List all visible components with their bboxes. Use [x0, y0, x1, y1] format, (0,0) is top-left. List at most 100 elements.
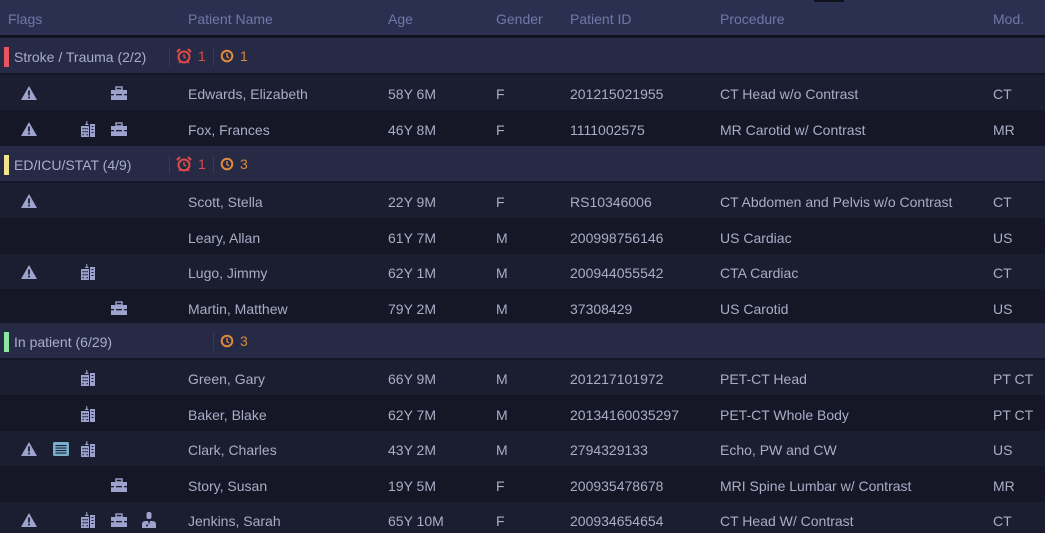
- column-flags[interactable]: Flags: [8, 11, 42, 27]
- table-row[interactable]: Jenkins, Sarah 65Y 10M F 200934654654 CT Hea…: [0, 502, 1045, 533]
- timer-badge[interactable]: 1: [220, 48, 248, 64]
- modality-cell: MR: [993, 477, 1015, 494]
- alarm-clock-icon: [176, 156, 192, 172]
- building-icon: [78, 263, 96, 281]
- age-cell: 43Y 2M: [388, 442, 436, 458]
- briefcase-icon: [110, 299, 128, 317]
- age-cell: 65Y 10M: [388, 513, 444, 529]
- table-row[interactable]: Scott, Stella 22Y 9M F RS10346006 CT Abdomen…: [0, 183, 1045, 218]
- table-row[interactable]: Clark, Charles 43Y 2M M 2794329133 Echo, PW …: [0, 431, 1045, 466]
- procedure-cell: CT Head w/o Contrast: [720, 86, 859, 102]
- group-color-bar: [4, 47, 9, 67]
- column-modality[interactable]: Mod.: [993, 11, 1024, 27]
- group-label: In patient (6/29): [14, 334, 113, 350]
- table-row[interactable]: Story, Susan 19Y 5M F 200935478678 MRI Spine…: [0, 466, 1045, 502]
- modality-cell: US: [993, 300, 1013, 317]
- alarm-count: 1: [198, 156, 206, 172]
- patient-name-cell: Story, Susan: [188, 477, 268, 494]
- building-icon: [78, 511, 96, 529]
- procedure-cell: PET-CT Whole Body: [720, 406, 849, 423]
- building-icon: [78, 440, 96, 458]
- alarm-badge[interactable]: 1: [176, 156, 206, 172]
- column-gender[interactable]: Gender: [496, 11, 543, 27]
- patient-id-cell: 20134160035297: [570, 406, 680, 423]
- gender-cell: M: [496, 265, 508, 281]
- notes-icon: [52, 440, 70, 458]
- column-age[interactable]: Age: [388, 11, 413, 27]
- modality-cell: CT: [993, 194, 1012, 210]
- patient-name-cell: Scott, Stella: [188, 194, 263, 210]
- group-header-in-patient[interactable]: In patient (6/29) 3: [0, 323, 1045, 359]
- procedure-cell: US Cardiac: [720, 229, 792, 246]
- modality-cell: MR: [993, 121, 1015, 138]
- group-color-bar: [4, 155, 9, 175]
- gender-cell: M: [496, 442, 508, 458]
- timer-icon: [220, 334, 234, 348]
- column-procedure[interactable]: Procedure: [720, 11, 785, 27]
- age-cell: 22Y 9M: [388, 194, 436, 210]
- procedure-cell: Echo, PW and CW: [720, 442, 837, 458]
- age-cell: 79Y 2M: [388, 300, 436, 317]
- warning-icon: [20, 263, 38, 281]
- patient-name-cell: Clark, Charles: [188, 442, 277, 458]
- gender-cell: F: [496, 194, 505, 210]
- separator: [169, 48, 170, 66]
- timer-badge[interactable]: 3: [220, 333, 248, 349]
- modality-cell: CT: [993, 86, 1012, 102]
- patient-id-cell: 200998756146: [570, 229, 664, 246]
- age-cell: 62Y 7M: [388, 406, 436, 423]
- patient-id-cell: 2794329133: [570, 442, 648, 458]
- separator: [213, 333, 214, 351]
- procedure-cell: US Carotid: [720, 300, 789, 317]
- timer-icon: [220, 157, 234, 171]
- building-icon: [78, 369, 96, 387]
- timer-badge[interactable]: 3: [220, 156, 248, 172]
- table-row[interactable]: Fox, Frances 46Y 8M F 1111002575 MR Carotid …: [0, 110, 1045, 146]
- warning-icon: [20, 511, 38, 529]
- alarm-clock-icon: [176, 48, 192, 64]
- column-patient-id[interactable]: Patient ID: [570, 11, 631, 27]
- table-row[interactable]: Edwards, Elizabeth 58Y 6M F 201215021955 CT …: [0, 75, 1045, 110]
- table-row[interactable]: Leary, Allan 61Y 7M M 200998756146 US Cardia…: [0, 218, 1045, 254]
- age-cell: 46Y 8M: [388, 121, 436, 138]
- patient-name-cell: Green, Gary: [188, 371, 266, 387]
- patient-name-cell: Fox, Frances: [188, 121, 270, 138]
- patient-id-cell: 201217101972: [570, 371, 664, 387]
- alarm-count: 1: [198, 48, 206, 64]
- modality-cell: US: [993, 442, 1013, 458]
- timer-count: 3: [240, 333, 248, 349]
- patient-name-cell: Lugo, Jimmy: [188, 265, 268, 281]
- age-cell: 66Y 9M: [388, 371, 436, 387]
- gender-cell: M: [496, 229, 508, 246]
- alarm-badge[interactable]: 1: [176, 48, 206, 64]
- briefcase-icon: [110, 120, 128, 138]
- separator: [213, 156, 214, 174]
- separator: [213, 48, 214, 66]
- modality-cell: CT: [993, 265, 1012, 281]
- column-patient-name[interactable]: Patient Name: [188, 11, 273, 27]
- timer-count: 3: [240, 156, 248, 172]
- table-row[interactable]: Martin, Matthew 79Y 2M M 37308429 US Carotid…: [0, 289, 1045, 325]
- patient-id-cell: 201215021955: [570, 86, 664, 102]
- column-header: Flags Patient Name Age Gender Patient ID…: [0, 0, 1045, 37]
- patient-id-cell: 37308429: [570, 300, 633, 317]
- patient-id-cell: RS10346006: [570, 194, 652, 210]
- gender-cell: M: [496, 371, 508, 387]
- gender-cell: F: [496, 121, 505, 138]
- warning-icon: [20, 192, 38, 210]
- table-row[interactable]: Baker, Blake 62Y 7M M 20134160035297 PET-CT …: [0, 395, 1045, 431]
- table-row[interactable]: Lugo, Jimmy 62Y 1M M 200944055542 CTA Cardia…: [0, 254, 1045, 289]
- patient-name-cell: Baker, Blake: [188, 406, 267, 423]
- age-cell: 58Y 6M: [388, 86, 436, 102]
- group-header-ed-icu-stat[interactable]: ED/ICU/STAT (4/9) 1 3: [0, 146, 1045, 182]
- procedure-cell: CT Abdomen and Pelvis w/o Contrast: [720, 194, 953, 210]
- patient-name-cell: Jenkins, Sarah: [188, 513, 281, 529]
- modality-cell: PT CT: [993, 406, 1034, 423]
- procedure-cell: CT Head W/ Contrast: [720, 513, 854, 529]
- table-row[interactable]: Green, Gary 66Y 9M M 201217101972 PET-CT Hea…: [0, 360, 1045, 395]
- group-header-stroke-trauma[interactable]: Stroke / Trauma (2/2) 1 1: [0, 38, 1045, 74]
- patient-name-cell: Martin, Matthew: [188, 300, 288, 317]
- procedure-cell: MR Carotid w/ Contrast: [720, 121, 866, 138]
- group-label: ED/ICU/STAT (4/9): [14, 157, 132, 173]
- building-icon: [78, 405, 96, 423]
